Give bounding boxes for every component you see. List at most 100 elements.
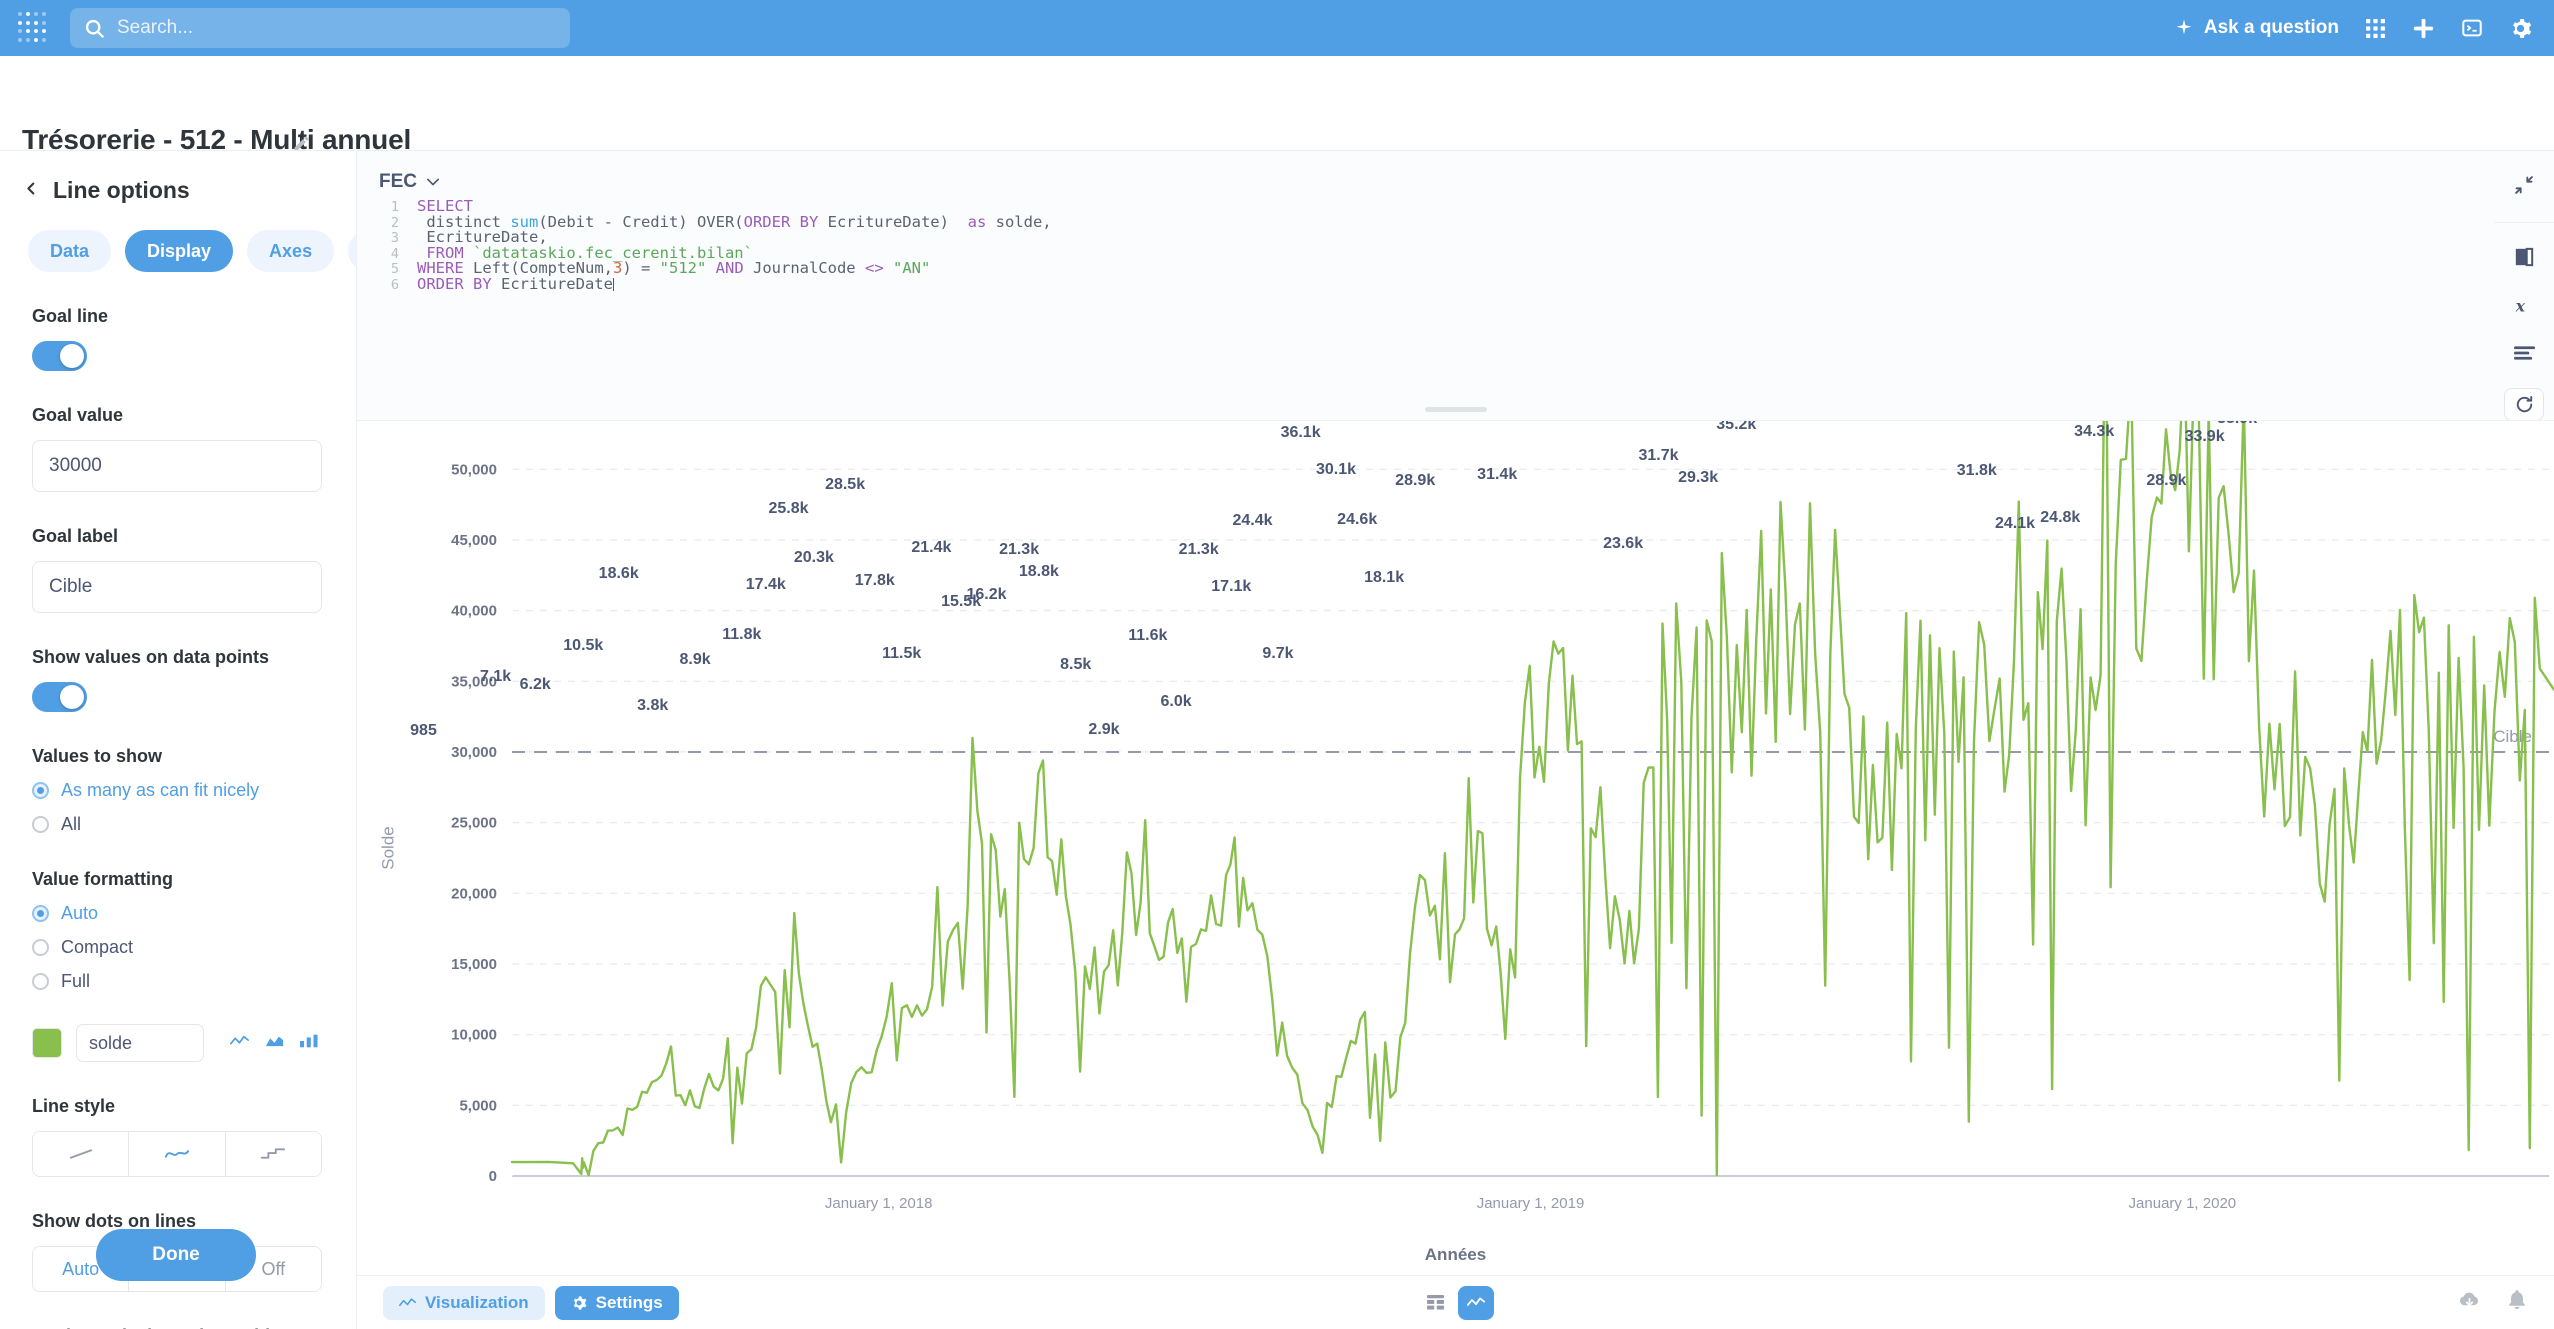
sql-code-editor[interactable]: 1SELECT2 distinct sum(Debit - Credit) OV… bbox=[379, 199, 1052, 293]
y-axis-tick: 30,000 bbox=[451, 744, 497, 761]
metabase-question-editor: Search... Ask a question bbox=[0, 0, 2554, 1329]
settings-button[interactable]: Settings bbox=[555, 1286, 679, 1320]
grid-apps-icon[interactable] bbox=[2365, 18, 2386, 39]
sql-line-number: 5 bbox=[379, 262, 399, 277]
plus-icon[interactable] bbox=[2412, 17, 2435, 40]
sql-token: ) = bbox=[622, 259, 659, 277]
tab-axes[interactable]: Axes bbox=[247, 230, 334, 272]
download-icon[interactable] bbox=[2459, 1290, 2480, 1315]
data-point-value-label: 31.7k bbox=[1638, 447, 1678, 464]
gear-icon[interactable] bbox=[2509, 17, 2532, 40]
table-icon bbox=[1427, 1295, 1444, 1310]
ask-a-question-button[interactable]: Ask a question bbox=[2174, 17, 2339, 39]
line-straight-icon[interactable] bbox=[33, 1132, 129, 1176]
tab-labels[interactable]: Labels bbox=[348, 230, 357, 272]
settings-label: Settings bbox=[596, 1293, 663, 1313]
sql-token: (Debit - Credit) OVER( bbox=[538, 213, 743, 231]
search-input[interactable]: Search... bbox=[70, 8, 570, 48]
sql-line-number: 1 bbox=[379, 200, 399, 215]
variables-icon[interactable]: x bbox=[2513, 296, 2535, 321]
sql-token: solde, bbox=[986, 213, 1051, 231]
editor-resize-handle[interactable] bbox=[1425, 407, 1487, 412]
x-axis-tick: January 1, 2019 bbox=[1477, 1195, 1585, 1212]
series-name-input[interactable]: solde bbox=[76, 1024, 204, 1062]
line-chart-icon[interactable] bbox=[230, 1034, 249, 1053]
tab-display[interactable]: Display bbox=[125, 230, 233, 272]
data-point-value-label: 10.5k bbox=[563, 637, 603, 654]
chart-view-toggle[interactable] bbox=[1458, 1286, 1494, 1320]
bar-chart-icon[interactable] bbox=[300, 1034, 318, 1053]
data-point-value-label: 31.4k bbox=[1477, 466, 1517, 483]
top-navigation-bar: Search... Ask a question bbox=[0, 0, 2554, 56]
data-point-value-label: 2.9k bbox=[1088, 721, 1119, 738]
goal-value-label: Goal value bbox=[32, 405, 324, 426]
sql-line-number: 3 bbox=[379, 231, 399, 246]
visualization-button[interactable]: Visualization bbox=[383, 1286, 545, 1320]
radio-icon bbox=[32, 973, 49, 990]
goal-line-label: Goal line bbox=[32, 306, 324, 327]
data-point-value-label: 11.6k bbox=[1128, 627, 1167, 644]
console-icon[interactable] bbox=[2461, 17, 2483, 39]
data-point-value-label: 8.9k bbox=[680, 651, 711, 668]
radio-all[interactable]: All bbox=[32, 814, 324, 835]
data-point-value-label: 8.5k bbox=[1060, 656, 1091, 673]
sql-token: "AN" bbox=[884, 259, 931, 277]
goal-label-input[interactable]: Cible bbox=[32, 561, 322, 613]
data-point-value-label: 20.3k bbox=[794, 549, 834, 566]
data-point-value-label: 11.5k bbox=[882, 645, 921, 662]
data-point-value-label: 35.2k bbox=[1716, 421, 1756, 433]
y-axis-tick: 0 bbox=[489, 1168, 497, 1185]
data-reference-icon[interactable] bbox=[2514, 247, 2534, 272]
chart-canvas[interactable]: 05,00010,00015,00020,00025,00030,00035,0… bbox=[357, 421, 2554, 1276]
data-point-value-label: 11.8k bbox=[722, 626, 761, 643]
sql-token bbox=[613, 278, 614, 291]
refresh-icon[interactable] bbox=[2504, 388, 2544, 421]
sql-editor-panel: FEC 1SELECT2 distinct sum(Debit - Credit… bbox=[357, 150, 2554, 420]
chevron-left-icon[interactable] bbox=[24, 181, 39, 201]
database-picker[interactable]: FEC bbox=[379, 171, 439, 193]
radio-auto[interactable]: Auto bbox=[32, 903, 324, 924]
series-line-solde[interactable] bbox=[512, 421, 2554, 1175]
alert-bell-icon[interactable] bbox=[2508, 1290, 2526, 1315]
radio-compact[interactable]: Compact bbox=[32, 937, 324, 958]
sidebar-tabs: Data Display Axes Labels bbox=[0, 204, 356, 272]
data-point-value-label: 30.1k bbox=[1316, 461, 1356, 478]
data-point-value-label: 31.8k bbox=[1957, 462, 1997, 479]
data-point-value-label: 25.8k bbox=[768, 500, 808, 517]
view-type-toggle bbox=[1418, 1286, 1494, 1320]
y-axis-tick: 45,000 bbox=[451, 532, 497, 549]
data-point-value-label: 6.2k bbox=[520, 676, 551, 693]
line-curve-icon[interactable] bbox=[129, 1132, 225, 1176]
radio-full[interactable]: Full bbox=[32, 971, 324, 992]
line-chart-icon bbox=[1467, 1296, 1485, 1309]
bottom-toolbar-right bbox=[2459, 1290, 2554, 1315]
search-placeholder: Search... bbox=[117, 17, 193, 39]
y-axis-label: Solde bbox=[379, 826, 399, 869]
data-point-value-label: 24.4k bbox=[1232, 512, 1272, 529]
done-button[interactable]: Done bbox=[96, 1229, 256, 1281]
series-color-swatch[interactable] bbox=[32, 1028, 62, 1058]
database-picker-label: FEC bbox=[379, 171, 417, 193]
show-values-toggle[interactable] bbox=[32, 682, 87, 712]
line-style-label: Line style bbox=[32, 1096, 324, 1117]
format-icon[interactable] bbox=[2514, 345, 2535, 366]
data-point-value-label: 21.3k bbox=[999, 541, 1039, 558]
radio-label: Full bbox=[61, 971, 90, 992]
radio-as-many-as-fit[interactable]: As many as can fit nicely bbox=[32, 780, 324, 801]
bottom-toolbar-left: Visualization Settings bbox=[383, 1286, 679, 1320]
tab-data[interactable]: Data bbox=[28, 230, 111, 272]
area-chart-icon[interactable] bbox=[265, 1034, 284, 1053]
data-point-value-label: 18.8k bbox=[1019, 563, 1059, 580]
data-point-value-label: 28.9k bbox=[2146, 472, 2186, 489]
data-point-value-label: 36.1k bbox=[1281, 424, 1321, 441]
radio-icon bbox=[32, 905, 49, 922]
line-step-icon[interactable] bbox=[226, 1132, 321, 1176]
goal-line-toggle[interactable] bbox=[32, 341, 87, 371]
contract-icon[interactable] bbox=[2514, 175, 2534, 200]
table-view-toggle[interactable] bbox=[1418, 1286, 1454, 1320]
goal-value-input[interactable]: 30000 bbox=[32, 440, 322, 492]
sql-line-number: 2 bbox=[379, 216, 399, 231]
data-point-value-label: 24.6k bbox=[1337, 511, 1377, 528]
y-axis-tick: 50,000 bbox=[451, 461, 497, 478]
metabase-logo-icon[interactable] bbox=[18, 12, 48, 44]
